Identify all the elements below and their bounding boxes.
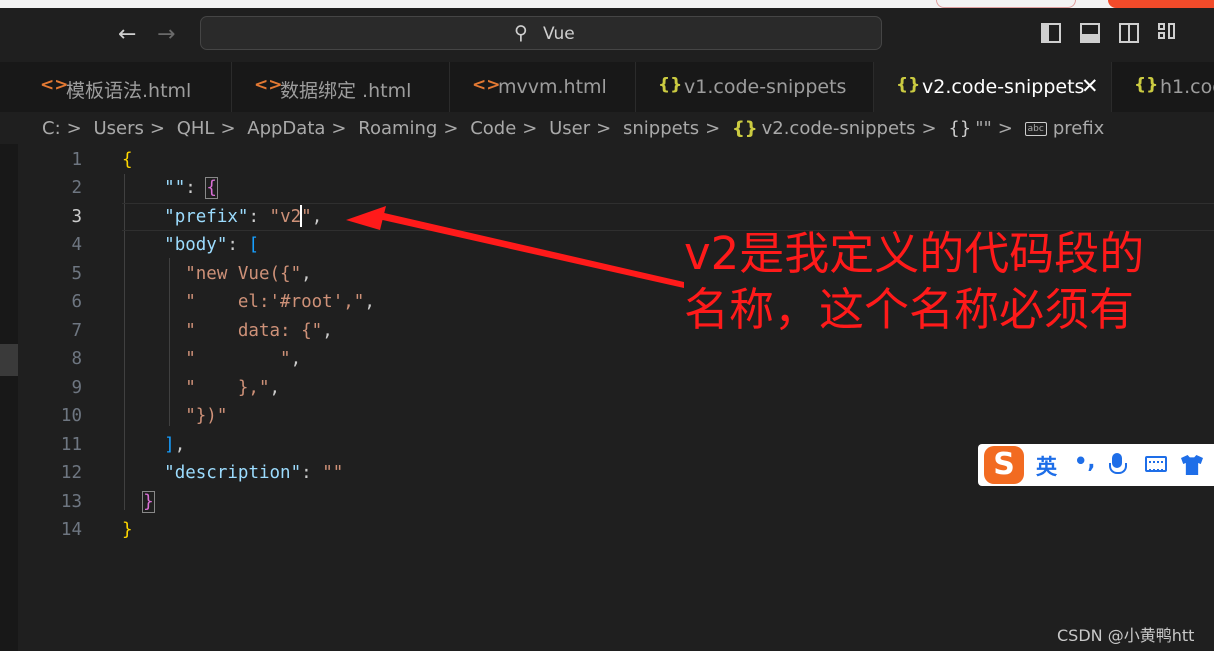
annotation-text: v2是我定义的代码段的 名称，这个名称必须有 bbox=[684, 226, 1144, 338]
arrow-shaft bbox=[378, 212, 684, 288]
sogou-logo-icon[interactable]: S bbox=[984, 446, 1024, 484]
keyboard-icon[interactable] bbox=[1145, 456, 1167, 472]
watermark: CSDN @小黄鸭htt bbox=[1057, 626, 1195, 645]
ime-toolbar[interactable]: S 英 •, bbox=[978, 444, 1214, 486]
skin-shirt-icon[interactable] bbox=[1181, 455, 1203, 475]
arrow-head bbox=[346, 206, 386, 230]
ime-punctuation-toggle[interactable]: •, bbox=[1074, 449, 1095, 473]
microphone-icon[interactable] bbox=[1109, 453, 1127, 474]
annotation-line-2: 名称，这个名称必须有 bbox=[684, 283, 1135, 336]
ime-language-toggle[interactable]: 英 bbox=[1036, 451, 1057, 481]
annotation-line-1: v2是我定义的代码段的 bbox=[684, 227, 1145, 280]
